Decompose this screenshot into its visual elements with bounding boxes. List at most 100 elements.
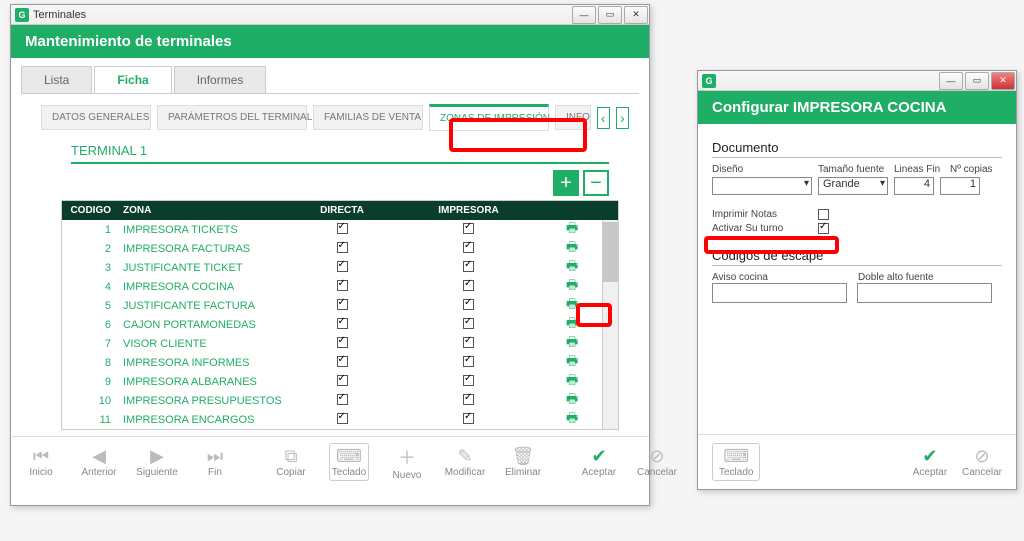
printer-icon: 🖶: [566, 391, 578, 406]
cell-codigo: 10: [62, 394, 117, 408]
cell-directa[interactable]: [307, 412, 377, 428]
cell-impresora[interactable]: [377, 336, 560, 352]
cell-zona: IMPRESORA ENCARGOS: [117, 413, 307, 427]
sub-tabs: DATOS GENERALES PARÁMETROS DEL TERMINAL …: [41, 104, 629, 131]
doble-alto-input[interactable]: [857, 283, 992, 303]
diseno-combo[interactable]: [712, 177, 812, 195]
aviso-cocina-input[interactable]: [712, 283, 847, 303]
cancelar-button[interactable]: ⊘Cancelar: [637, 446, 677, 478]
printer-icon: 🖶: [566, 258, 578, 273]
cell-codigo: 8: [62, 356, 117, 370]
cell-zona: IMPRESORA ALBARANES: [117, 375, 307, 389]
printer-icon: 🖶: [566, 277, 578, 292]
table-row[interactable]: 8IMPRESORA INFORMES🖶: [62, 353, 618, 372]
nuevo-button[interactable]: ＋Nuevo: [387, 444, 427, 481]
cell-impresora[interactable]: [377, 260, 560, 276]
subtab-informes[interactable]: INFORM: [555, 105, 591, 130]
cell-impresora[interactable]: [377, 355, 560, 371]
lineas-input[interactable]: 4: [894, 177, 934, 195]
cell-impresora[interactable]: [377, 374, 560, 390]
printer-config-button[interactable]: 🖶: [560, 408, 600, 430]
cancelar-button[interactable]: ⊘Cancelar: [962, 446, 1002, 478]
modificar-button[interactable]: ✎Modificar: [445, 446, 485, 478]
teclado-button[interactable]: ⌨Teclado: [329, 443, 369, 481]
grid-scrollbar[interactable]: [602, 220, 618, 429]
section-documento: Documento: [712, 140, 1002, 155]
cell-impresora[interactable]: [377, 393, 560, 409]
eliminar-button[interactable]: 🗑Eliminar: [503, 446, 543, 478]
imprimir-notas-checkbox[interactable]: [818, 209, 829, 220]
cell-directa[interactable]: [307, 317, 377, 333]
table-row[interactable]: 10IMPRESORA PRESUPUESTOS🖶: [62, 391, 618, 410]
terminales-window: G Terminales — ▭ ✕ Mantenimiento de term…: [10, 4, 650, 506]
minimize-button[interactable]: —: [939, 72, 963, 90]
table-row[interactable]: 5JUSTIFICANTE FACTURA🖶: [62, 296, 618, 315]
cell-zona: JUSTIFICANTE TICKET: [117, 261, 307, 275]
cell-impresora[interactable]: [377, 317, 560, 333]
table-row[interactable]: 9IMPRESORA ALBARANES🖶: [62, 372, 618, 391]
teclado-button[interactable]: ⌨Teclado: [712, 443, 760, 481]
close-button[interactable]: ✕: [991, 72, 1015, 90]
cell-impresora[interactable]: [377, 412, 560, 428]
cell-directa[interactable]: [307, 336, 377, 352]
tamano-combo[interactable]: Grande: [818, 177, 888, 195]
subtab-datos-generales[interactable]: DATOS GENERALES: [41, 105, 151, 130]
cell-impresora[interactable]: [377, 298, 560, 314]
tab-ficha[interactable]: Ficha: [94, 66, 171, 93]
main-tabs: Lista Ficha Informes: [21, 66, 639, 94]
label-tamano: Tamaño fuente: [818, 164, 888, 175]
cell-codigo: 1: [62, 223, 117, 237]
activar-turno-checkbox[interactable]: [818, 223, 829, 234]
table-row[interactable]: 6CAJON PORTAMONEDAS🖶: [62, 315, 618, 334]
cell-directa[interactable]: [307, 241, 377, 257]
tab-lista[interactable]: Lista: [21, 66, 92, 93]
cell-directa[interactable]: [307, 374, 377, 390]
maximize-button[interactable]: ▭: [965, 72, 989, 90]
cell-codigo: 2: [62, 242, 117, 256]
maximize-button[interactable]: ▭: [598, 6, 622, 24]
cell-zona: JUSTIFICANTE FACTURA: [117, 299, 307, 313]
table-row[interactable]: 11IMPRESORA ENCARGOS🖶: [62, 410, 618, 429]
fin-button[interactable]: ⏭Fin: [195, 446, 235, 478]
copias-input[interactable]: 1: [940, 177, 980, 195]
cell-codigo: 6: [62, 318, 117, 332]
cell-directa[interactable]: [307, 260, 377, 276]
printer-icon: 🖶: [566, 410, 578, 425]
subtab-next-button[interactable]: ›: [616, 107, 629, 129]
table-row[interactable]: 7VISOR CLIENTE🖶: [62, 334, 618, 353]
cell-impresora[interactable]: [377, 241, 560, 257]
cell-directa[interactable]: [307, 279, 377, 295]
subtab-parametros[interactable]: PARÁMETROS DEL TERMINAL: [157, 105, 307, 130]
cell-impresora[interactable]: [377, 279, 560, 295]
cell-codigo: 3: [62, 261, 117, 275]
col-impresora: IMPRESORA: [377, 201, 560, 220]
cell-directa[interactable]: [307, 298, 377, 314]
inicio-button[interactable]: ⏮Inicio: [21, 446, 61, 478]
close-button[interactable]: ✕: [624, 6, 648, 24]
cell-directa[interactable]: [307, 355, 377, 371]
cell-impresora[interactable]: [377, 222, 560, 238]
aceptar-button[interactable]: ✔Aceptar: [910, 446, 950, 478]
subtab-prev-button[interactable]: ‹: [597, 107, 610, 129]
copiar-button[interactable]: ⧉Copiar: [271, 446, 311, 478]
titlebar[interactable]: G Terminales — ▭ ✕: [11, 5, 649, 25]
terminal-name: TERMINAL 1: [71, 143, 649, 158]
titlebar-config[interactable]: G — ▭ ✕: [698, 71, 1016, 91]
table-row[interactable]: 2IMPRESORA FACTURAS🖶: [62, 239, 618, 258]
cell-directa[interactable]: [307, 222, 377, 238]
aceptar-button[interactable]: ✔Aceptar: [579, 446, 619, 478]
subtab-familias[interactable]: FAMILIAS DE VENTA: [313, 105, 423, 130]
table-row[interactable]: 1IMPRESORA TICKETS🖶: [62, 220, 618, 239]
anterior-button[interactable]: ◀Anterior: [79, 446, 119, 478]
remove-row-button[interactable]: −: [583, 170, 609, 196]
table-row[interactable]: 3JUSTIFICANTE TICKET 🖶: [62, 258, 618, 277]
add-row-button[interactable]: +: [553, 170, 579, 196]
divider: [71, 162, 609, 164]
siguiente-button[interactable]: ▶Siguiente: [137, 446, 177, 478]
cell-directa[interactable]: [307, 393, 377, 409]
subtab-zonas-impresion[interactable]: ZONAS DE IMPRESIÓN: [429, 104, 549, 131]
printer-icon: 🖶: [566, 353, 578, 368]
tab-informes[interactable]: Informes: [174, 66, 267, 93]
minimize-button[interactable]: —: [572, 6, 596, 24]
table-row[interactable]: 4IMPRESORA COCINA🖶: [62, 277, 618, 296]
